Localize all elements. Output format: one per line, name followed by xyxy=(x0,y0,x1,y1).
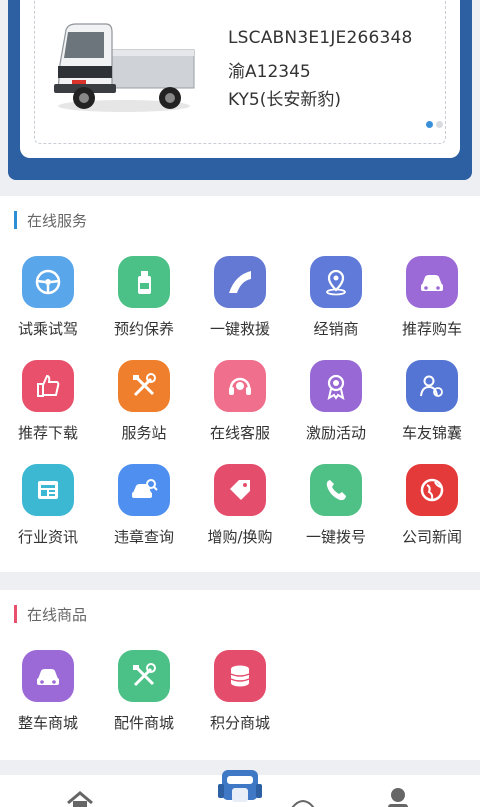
goods-item-label: 整车商城 xyxy=(17,714,78,732)
headset-icon[interactable] xyxy=(214,360,266,412)
goods-item[interactable]: 积分商城 xyxy=(192,648,288,748)
service-item-label: 违章查询 xyxy=(113,528,174,546)
service-item[interactable]: 公司新闻 xyxy=(384,462,480,562)
car-icon[interactable] xyxy=(22,650,74,702)
service-item-label: 预约保养 xyxy=(113,320,174,338)
service-item[interactable]: 预约保养 xyxy=(96,254,192,354)
home-icon[interactable] xyxy=(66,791,94,807)
service-item-label: 推荐购车 xyxy=(401,320,462,338)
service-item[interactable]: 推荐下载 xyxy=(0,358,96,458)
service-item-label: 公司新闻 xyxy=(401,528,462,546)
service-item-label: 试乘试驾 xyxy=(17,320,78,338)
car-icon[interactable] xyxy=(406,256,458,308)
tag-icon[interactable] xyxy=(214,464,266,516)
service-item[interactable]: 一键拨号 xyxy=(288,462,384,562)
goods-item-label: 配件商城 xyxy=(113,714,174,732)
road-icon[interactable] xyxy=(214,256,266,308)
app-screen: LSCABN3E1JE266348 渝A12345 KY5(长安新豹) 在线服务… xyxy=(0,0,480,807)
vehicle-card[interactable]: LSCABN3E1JE266348 渝A12345 KY5(长安新豹) xyxy=(20,0,460,158)
news-icon[interactable] xyxy=(22,464,74,516)
service-item[interactable]: 行业资讯 xyxy=(0,462,96,562)
community-icon[interactable] xyxy=(406,360,458,412)
section-accent-bar xyxy=(14,211,17,229)
service-item-label: 在线客服 xyxy=(209,424,270,442)
service-item-label: 推荐下载 xyxy=(17,424,78,442)
service-item-label: 一键拨号 xyxy=(305,528,366,546)
award-icon[interactable] xyxy=(310,360,362,412)
service-item-label: 车友锦囊 xyxy=(401,424,462,442)
message-icon[interactable] xyxy=(290,798,316,807)
service-item-label: 激励活动 xyxy=(305,424,366,442)
service-item-label: 增购/换购 xyxy=(207,528,273,546)
service-item[interactable]: 服务站 xyxy=(96,358,192,458)
coins-icon[interactable] xyxy=(214,650,266,702)
online-goods-section: 在线商品 整车商城 配件商城 积分商城 xyxy=(0,590,480,760)
thumbs-up-icon[interactable] xyxy=(22,360,74,412)
car-search-icon[interactable] xyxy=(118,464,170,516)
carousel-dot[interactable] xyxy=(436,121,443,128)
section-title: 在线服务 xyxy=(27,211,88,230)
truck-image xyxy=(54,23,195,112)
section-header: 在线商品 xyxy=(14,604,87,624)
carousel-dot-active[interactable] xyxy=(426,121,433,128)
service-item[interactable]: 激励活动 xyxy=(288,358,384,458)
vehicle-model: KY5(长安新豹) xyxy=(228,90,342,110)
tools-icon[interactable] xyxy=(118,360,170,412)
service-item-label: 服务站 xyxy=(121,424,167,442)
section-title: 在线商品 xyxy=(27,605,88,624)
oil-bottle-icon[interactable] xyxy=(118,256,170,308)
steering-wheel-icon[interactable] xyxy=(22,256,74,308)
robot-icon[interactable] xyxy=(218,766,262,807)
service-item-label: 经销商 xyxy=(313,320,359,338)
service-item[interactable]: 车友锦囊 xyxy=(384,358,480,458)
service-item[interactable]: 增购/换购 xyxy=(192,462,288,562)
vehicle-plate: 渝A12345 xyxy=(228,62,311,82)
goods-item-label: 积分商城 xyxy=(209,714,270,732)
tools-icon[interactable] xyxy=(118,650,170,702)
globe-icon[interactable] xyxy=(406,464,458,516)
service-item[interactable]: 一键救援 xyxy=(192,254,288,354)
service-item[interactable]: 经销商 xyxy=(288,254,384,354)
goods-item[interactable]: 整车商城 xyxy=(0,648,96,748)
service-item[interactable]: 在线客服 xyxy=(192,358,288,458)
vehicle-vin: LSCABN3E1JE266348 xyxy=(228,28,413,48)
online-services-section: 在线服务 试乘试驾 预约保养 一键救援 经销商 推荐购车推荐下载 服务站 在线客服 激励活动 车… xyxy=(0,196,480,572)
service-item[interactable]: 试乘试驾 xyxy=(0,254,96,354)
service-item[interactable]: 推荐购车 xyxy=(384,254,480,354)
service-item[interactable]: 违章查询 xyxy=(96,462,192,562)
service-item-label: 行业资讯 xyxy=(17,528,78,546)
user-icon[interactable] xyxy=(386,786,410,807)
goods-item[interactable]: 配件商城 xyxy=(96,648,192,748)
service-item-label: 一键救援 xyxy=(209,320,270,338)
location-pin-icon[interactable] xyxy=(310,256,362,308)
phone-icon[interactable] xyxy=(310,464,362,516)
section-header: 在线服务 xyxy=(14,210,87,230)
carousel-indicator xyxy=(426,121,443,128)
section-accent-bar xyxy=(14,605,17,623)
